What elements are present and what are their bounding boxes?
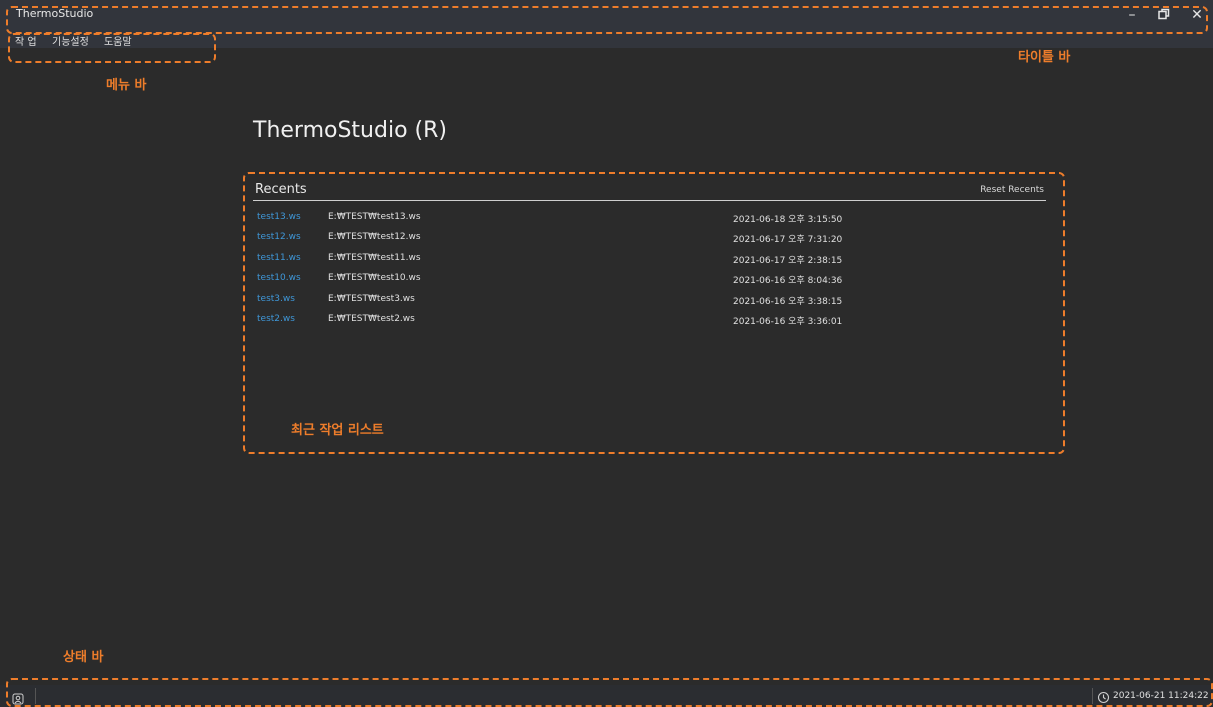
list-item[interactable]: test13.ws E:₩TEST₩test13.ws 2021-06-18 오… xyxy=(253,212,1046,232)
recent-file-link[interactable]: test12.ws xyxy=(257,232,301,242)
recent-file-date: 2021-06-16 오후 3:38:15 xyxy=(733,296,843,307)
recent-file-link[interactable]: test10.ws xyxy=(257,273,301,283)
recent-file-link[interactable]: test3.ws xyxy=(257,294,295,304)
reset-recents-button[interactable]: Reset Recents xyxy=(980,185,1044,195)
list-item[interactable]: test10.ws E:₩TEST₩test10.ws 2021-06-16 오… xyxy=(253,273,1046,293)
app-heading: ThermoStudio (R) xyxy=(253,118,447,143)
status-divider xyxy=(1092,688,1093,704)
recent-file-link[interactable]: test2.ws xyxy=(257,314,295,324)
list-item[interactable]: test11.ws E:₩TEST₩test11.ws 2021-06-17 오… xyxy=(253,253,1046,273)
list-item[interactable]: test3.ws E:₩TEST₩test3.ws 2021-06-16 오후 … xyxy=(253,294,1046,314)
minimize-button[interactable]: – xyxy=(1121,6,1143,24)
recent-file-date: 2021-06-17 오후 7:31:20 xyxy=(733,235,843,246)
recent-file-path: E:₩TEST₩test10.ws xyxy=(328,273,421,284)
restore-icon xyxy=(1158,8,1170,20)
menu-item-work[interactable]: 작 업 xyxy=(15,33,37,48)
shield-user-icon[interactable] xyxy=(12,690,24,707)
recent-file-date: 2021-06-16 오후 8:04:36 xyxy=(733,276,843,287)
menu-item-help[interactable]: 도움말 xyxy=(104,33,132,48)
recent-file-path: E:₩TEST₩test2.ws xyxy=(328,313,415,324)
clock-icon xyxy=(1097,689,1110,707)
recent-file-link[interactable]: test11.ws xyxy=(257,253,301,263)
annotation-label-recent-list: 최근 작업 리스트 xyxy=(291,423,384,438)
recent-file-date: 2021-06-17 오후 2:38:15 xyxy=(733,255,843,266)
window-title: ThermoStudio xyxy=(16,7,94,20)
list-item[interactable]: test12.ws E:₩TEST₩test12.ws 2021-06-17 오… xyxy=(253,232,1046,252)
app-window: ThermoStudio – ✕ 작 업 기능설정 도움말 ThermoStud… xyxy=(0,0,1213,707)
status-bar: 2021-06-21 11:24:22 xyxy=(0,685,1213,707)
annotation-label-title-bar: 타이틀 바 xyxy=(1018,50,1071,65)
close-button[interactable]: ✕ xyxy=(1186,6,1208,24)
maximize-button[interactable] xyxy=(1153,6,1175,24)
recent-file-path: E:₩TEST₩test3.ws xyxy=(328,293,415,304)
menu-item-settings[interactable]: 기능설정 xyxy=(52,33,89,48)
annotation-label-status-bar: 상태 바 xyxy=(63,650,104,665)
title-bar[interactable]: ThermoStudio – ✕ xyxy=(0,0,1213,30)
recent-file-path: E:₩TEST₩test12.ws xyxy=(328,232,421,243)
recent-file-link[interactable]: test13.ws xyxy=(257,212,301,222)
recents-title: Recents xyxy=(255,182,307,197)
recent-file-path: E:₩TEST₩test13.ws xyxy=(328,212,421,222)
recent-file-date: 2021-06-16 오후 3:36:01 xyxy=(733,316,843,327)
recent-file-path: E:₩TEST₩test11.ws xyxy=(328,252,421,263)
list-item[interactable]: test2.ws E:₩TEST₩test2.ws 2021-06-16 오후 … xyxy=(253,314,1046,334)
recents-header: Recents Reset Recents xyxy=(253,182,1046,201)
recent-file-date: 2021-06-18 오후 3:15:50 xyxy=(733,215,843,225)
status-divider xyxy=(35,688,36,704)
recents-panel: Recents Reset Recents test13.ws E:₩TEST₩… xyxy=(253,182,1046,327)
recent-list: test13.ws E:₩TEST₩test13.ws 2021-06-18 오… xyxy=(253,212,1046,334)
status-datetime: 2021-06-21 11:24:22 xyxy=(1113,691,1209,701)
annotation-label-menu-bar: 메뉴 바 xyxy=(106,78,147,93)
